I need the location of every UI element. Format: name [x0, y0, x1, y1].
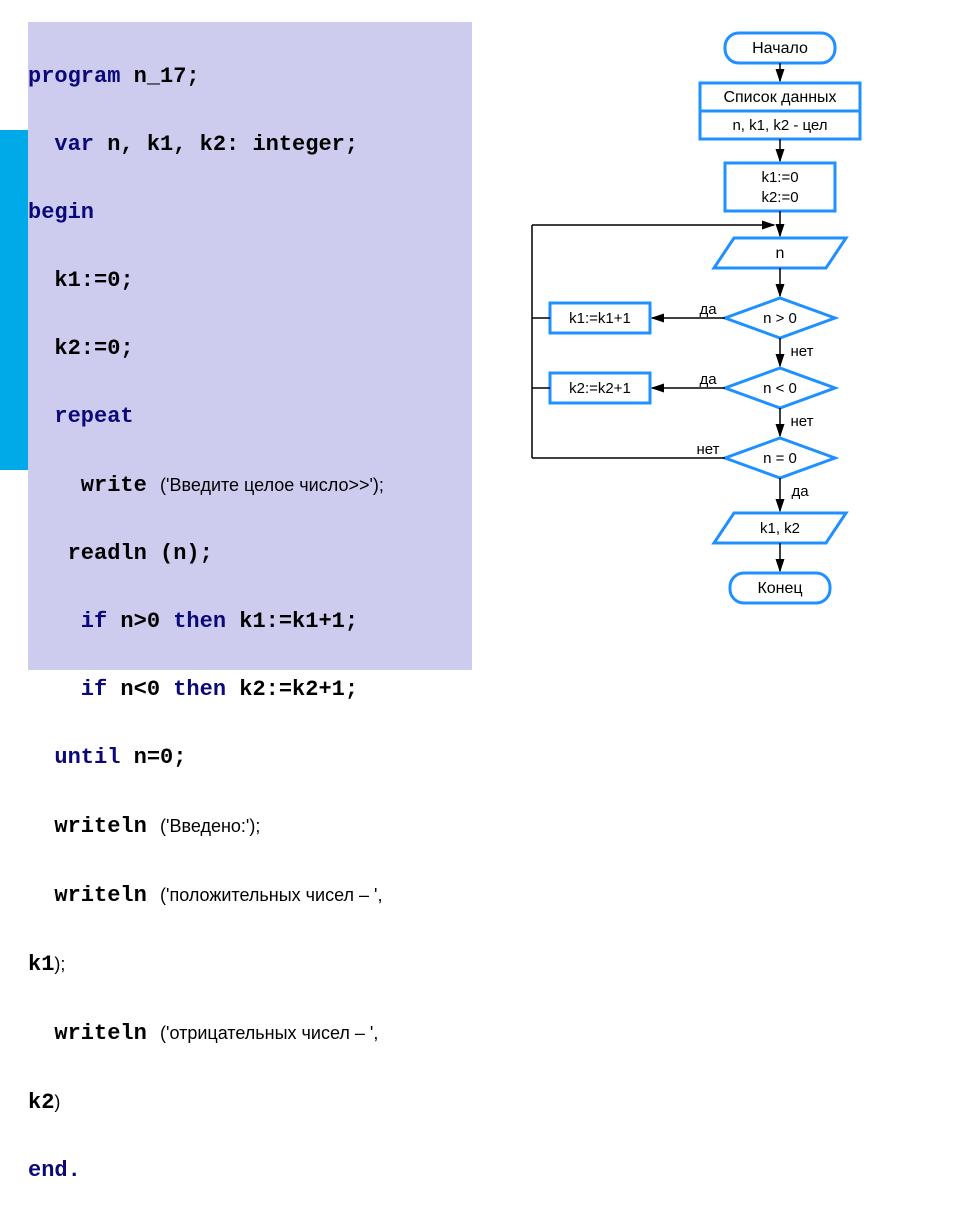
- code-text: writeln: [28, 1021, 160, 1046]
- code-text: n<0: [107, 677, 173, 702]
- fc-no-1: нет: [791, 343, 814, 360]
- code-text: k2:=0;: [28, 336, 134, 361]
- fc-init1: k1:=0: [761, 169, 798, 186]
- accent-bar: [0, 130, 28, 470]
- fc-no-2: нет: [791, 413, 814, 430]
- fc-yes-2: да: [699, 371, 717, 388]
- code-text: n_17;: [120, 64, 199, 89]
- fc-yes-1: да: [699, 301, 717, 318]
- fc-cond3-label: n = 0: [763, 450, 797, 467]
- fc-output-label: k1, k2: [760, 520, 800, 537]
- code-text: k1:=k1+1;: [226, 609, 358, 634]
- flowchart: Начало Список данных n, k1, k2 - цел k1:…: [490, 18, 950, 698]
- code-text: k2: [28, 1090, 54, 1115]
- code-text: n, k1, k2: integer;: [94, 132, 358, 157]
- code-text: ): [54, 1092, 60, 1112]
- fc-data-vars: n, k1, k2 - цел: [732, 117, 827, 134]
- fc-cond2-label: n < 0: [763, 380, 797, 397]
- kw-then: then: [173, 609, 226, 634]
- kw-then: then: [173, 677, 226, 702]
- code-text: );: [54, 954, 65, 974]
- code-text: readln (n);: [28, 541, 213, 566]
- fc-no-3: нет: [697, 441, 720, 458]
- fc-k1-inc-label: k1:=k1+1: [569, 310, 631, 327]
- fc-init2: k2:=0: [761, 189, 798, 206]
- code-text: n>0: [107, 609, 173, 634]
- fc-input-n-label: n: [776, 245, 785, 262]
- fc-cond1-label: n > 0: [763, 310, 797, 327]
- code-listing: program n_17; var n, k1, k2: integer; be…: [28, 22, 472, 670]
- kw-until: until: [28, 745, 120, 770]
- kw-if: if: [28, 609, 107, 634]
- kw-end: end.: [28, 1158, 81, 1183]
- code-text: writeln: [28, 814, 160, 839]
- kw-var: var: [28, 132, 94, 157]
- code-text: k1:=0;: [28, 268, 134, 293]
- fc-start-label: Начало: [752, 40, 808, 57]
- kw-if: if: [28, 677, 107, 702]
- kw-repeat: repeat: [28, 404, 134, 429]
- code-text: ('отрицательных чисел – ',: [160, 1023, 378, 1043]
- code-text: write: [28, 473, 160, 498]
- fc-yes-3: да: [791, 483, 809, 500]
- code-text: writeln: [28, 883, 160, 908]
- kw-begin: begin: [28, 200, 94, 225]
- fc-k2-inc-label: k2:=k2+1: [569, 380, 631, 397]
- code-text: ('положительных чисел – ',: [160, 885, 382, 905]
- code-text: ('Введено:');: [160, 816, 260, 836]
- code-text: k2:=k2+1;: [226, 677, 358, 702]
- kw-program: program: [28, 64, 120, 89]
- fc-end-label: Конец: [757, 580, 802, 597]
- code-text: n=0;: [120, 745, 186, 770]
- code-text: ('Введите целое число>>');: [160, 475, 384, 495]
- fc-data-title: Список данных: [723, 89, 836, 106]
- code-text: k1: [28, 952, 54, 977]
